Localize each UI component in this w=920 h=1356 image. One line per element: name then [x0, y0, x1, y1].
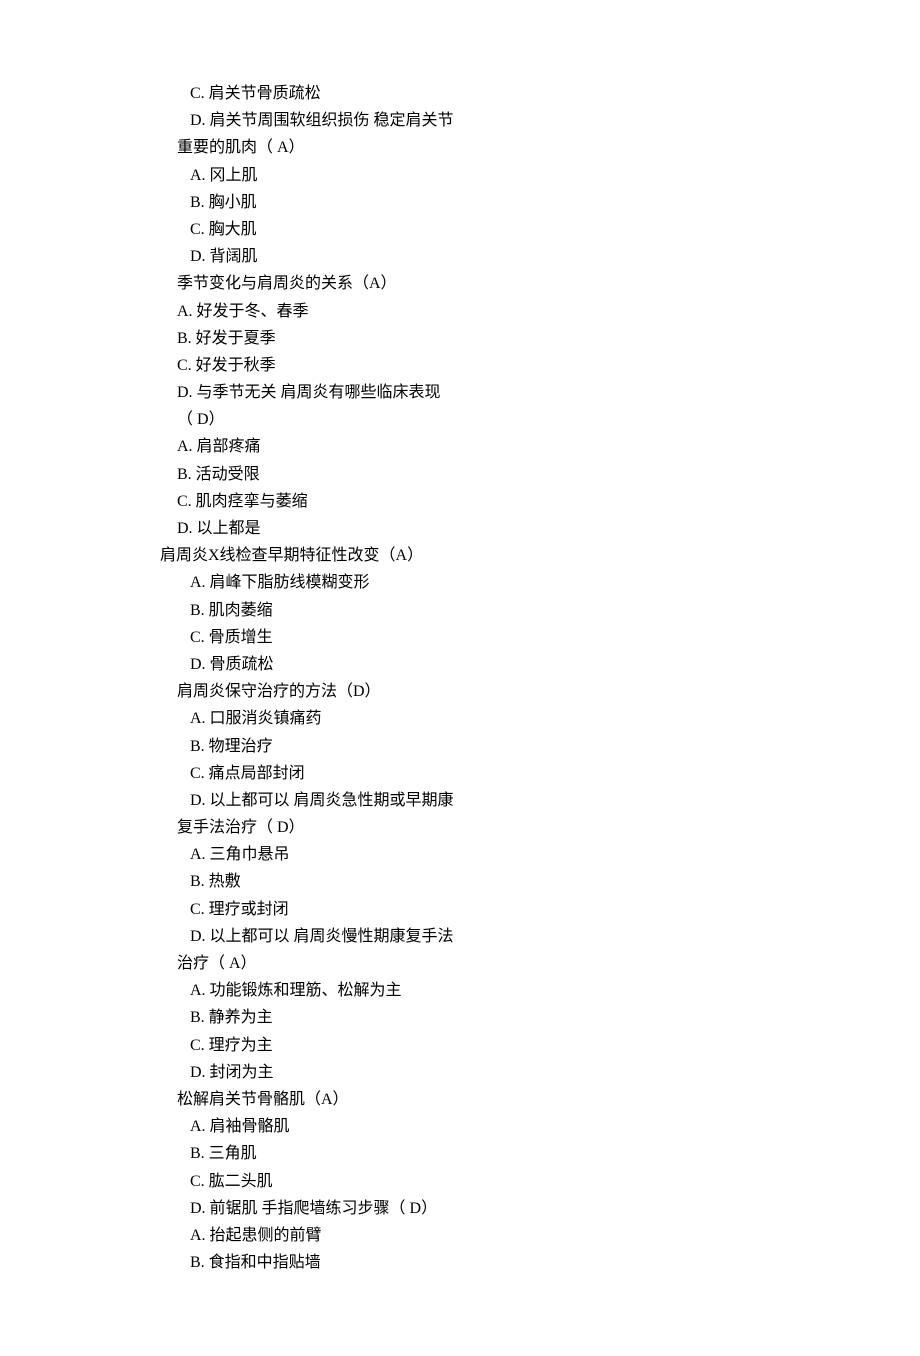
text-line: C. 肱二头肌	[160, 1168, 870, 1195]
text-line: 肩周炎保守治疗的方法（D）	[160, 678, 870, 705]
document-page: C. 肩关节骨质疏松D. 肩关节周围软组织损伤 稳定肩关节重要的肌肉（ A）A.…	[0, 0, 920, 1356]
text-line: B. 三角肌	[160, 1140, 870, 1167]
text-line: 松解肩关节骨骼肌（A）	[160, 1086, 870, 1113]
text-line: （ D）	[160, 406, 870, 433]
text-line: B. 好发于夏季	[160, 325, 870, 352]
text-line: C. 骨质增生	[160, 624, 870, 651]
text-line: A. 三角巾悬吊	[160, 841, 870, 868]
text-line: D. 肩关节周围软组织损伤 稳定肩关节	[160, 107, 870, 134]
text-line: D. 以上都可以 肩周炎急性期或早期康	[160, 787, 870, 814]
text-line: D. 以上都是	[160, 515, 870, 542]
text-line: D. 前锯肌 手指爬墙练习步骤（ D）	[160, 1195, 870, 1222]
text-line: 肩周炎X线检查早期特征性改变（A）	[160, 542, 870, 569]
text-line: 重要的肌肉（ A）	[160, 134, 870, 161]
text-line: B. 活动受限	[160, 461, 870, 488]
text-line: B. 热敷	[160, 868, 870, 895]
text-line: B. 物理治疗	[160, 733, 870, 760]
text-line: B. 胸小肌	[160, 189, 870, 216]
text-line: C. 痛点局部封闭	[160, 760, 870, 787]
text-line: D. 以上都可以 肩周炎慢性期康复手法	[160, 923, 870, 950]
text-line: A. 肩峰下脂肪线模糊变形	[160, 569, 870, 596]
text-line: C. 理疗或封闭	[160, 896, 870, 923]
text-line: C. 理疗为主	[160, 1032, 870, 1059]
text-line: A. 冈上肌	[160, 162, 870, 189]
text-line: D. 与季节无关 肩周炎有哪些临床表现	[160, 379, 870, 406]
document-content: C. 肩关节骨质疏松D. 肩关节周围软组织损伤 稳定肩关节重要的肌肉（ A）A.…	[160, 80, 870, 1276]
text-line: C. 肌肉痉挛与萎缩	[160, 488, 870, 515]
text-line: B. 食指和中指贴墙	[160, 1249, 870, 1276]
text-line: A. 好发于冬、春季	[160, 298, 870, 325]
text-line: D. 封闭为主	[160, 1059, 870, 1086]
text-line: A. 抬起患侧的前臂	[160, 1222, 870, 1249]
text-line: A. 肩部疼痛	[160, 433, 870, 460]
text-line: A. 肩袖骨骼肌	[160, 1113, 870, 1140]
text-line: D. 骨质疏松	[160, 651, 870, 678]
text-line: C. 胸大肌	[160, 216, 870, 243]
text-line: 季节变化与肩周炎的关系（A）	[160, 270, 870, 297]
text-line: 复手法治疗（ D）	[160, 814, 870, 841]
text-line: B. 肌肉萎缩	[160, 597, 870, 624]
text-line: A. 口服消炎镇痛药	[160, 705, 870, 732]
text-line: A. 功能锻炼和理筋、松解为主	[160, 977, 870, 1004]
text-line: C. 好发于秋季	[160, 352, 870, 379]
text-line: C. 肩关节骨质疏松	[160, 80, 870, 107]
text-line: 治疗（ A）	[160, 950, 870, 977]
text-line: D. 背阔肌	[160, 243, 870, 270]
text-line: B. 静养为主	[160, 1004, 870, 1031]
